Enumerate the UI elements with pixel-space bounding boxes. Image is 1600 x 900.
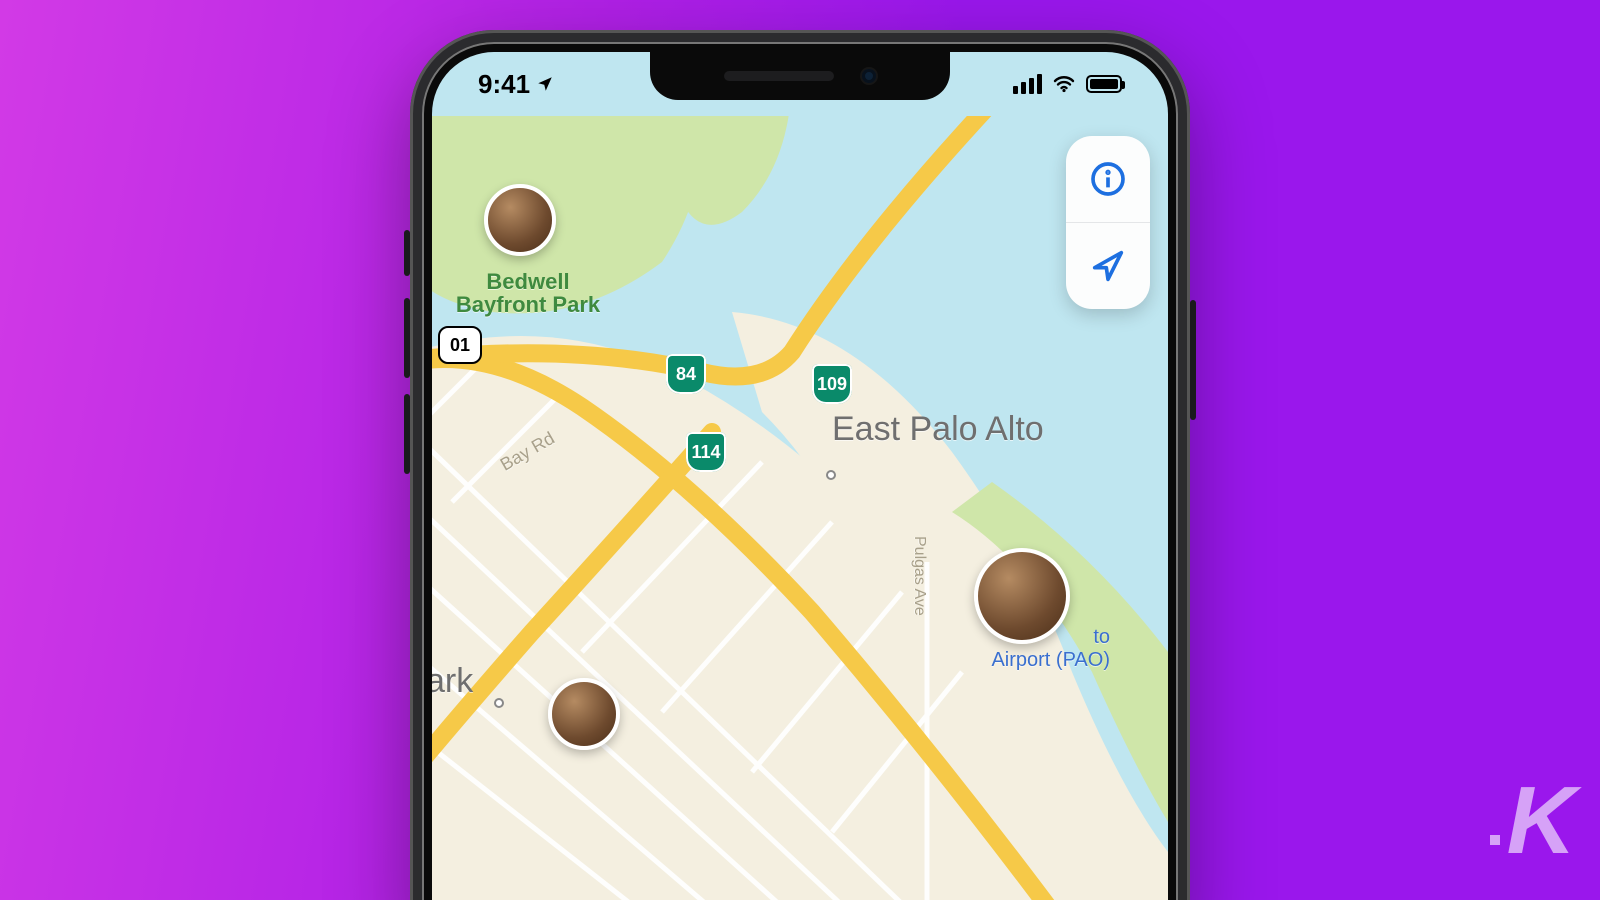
city-label-fragment: ark (432, 664, 473, 700)
map-locate-button[interactable] (1066, 223, 1150, 309)
phone-screen: 9:41 (432, 52, 1168, 900)
city-label: East Palo Alto (832, 412, 1044, 448)
person-pin-3[interactable] (548, 678, 620, 750)
person-pin-1[interactable] (484, 184, 556, 256)
park-label: Bedwell Bayfront Park (448, 270, 608, 316)
us-route-shield: 01 (438, 326, 482, 364)
map-info-button[interactable] (1066, 136, 1150, 222)
info-icon (1088, 159, 1128, 199)
state-route-shield-84: 84 (666, 354, 706, 394)
status-time: 9:41 (478, 69, 530, 100)
battery-icon (1086, 75, 1122, 93)
city-dot (826, 470, 836, 480)
state-route-shield-109: 109 (812, 364, 852, 404)
phone-notch (650, 52, 950, 100)
locate-arrow-icon (1088, 246, 1128, 286)
location-arrow-icon (536, 75, 554, 93)
city-dot-2 (494, 698, 504, 708)
person-pin-2[interactable] (974, 548, 1070, 644)
map-control-stack (1066, 136, 1150, 309)
map-canvas[interactable]: 01 84 109 114 Bedwell Bayfront Park East… (432, 116, 1168, 900)
wifi-icon (1052, 72, 1076, 96)
cellular-icon (1013, 74, 1042, 94)
state-route-shield-114: 114 (686, 432, 726, 472)
brand-watermark: K (1507, 766, 1572, 876)
phone-frame: 9:41 (410, 30, 1190, 900)
road-label-pulgas-ave: Pulgas Ave (910, 536, 928, 616)
promo-background: K 9:41 (0, 0, 1600, 900)
